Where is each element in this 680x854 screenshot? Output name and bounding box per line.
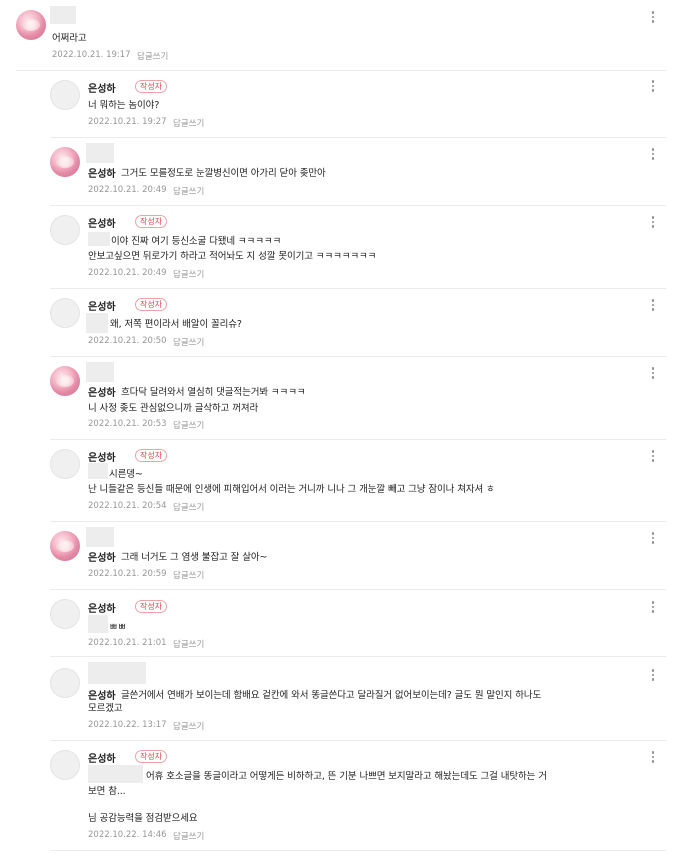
more-options-icon[interactable] — [651, 299, 655, 313]
author-nickname[interactable]: 은성하 — [88, 215, 116, 230]
divider — [50, 589, 666, 590]
divider — [50, 439, 666, 440]
reply-button[interactable]: 답글쓰기 — [173, 419, 204, 431]
divider — [50, 356, 666, 357]
reply-button[interactable]: 답글쓰기 — [173, 117, 204, 129]
author-nickname[interactable]: 은성하 — [88, 750, 116, 765]
comment-text-line2: 보면 참... — [88, 786, 126, 797]
more-options-icon[interactable] — [651, 216, 655, 230]
more-options-icon[interactable] — [651, 450, 655, 464]
avatar[interactable] — [50, 215, 80, 245]
author-nickname[interactable]: 은성하 — [88, 80, 116, 95]
comment-text: 왜, 저쪽 편이라서 배알이 꼴리슈? — [110, 319, 242, 330]
avatar[interactable] — [16, 10, 46, 40]
author-badge: 작성자 — [135, 449, 168, 462]
blurred-mention — [88, 463, 108, 479]
more-options-icon[interactable] — [651, 669, 655, 683]
comment-text: 글쓴거에서 연배가 보이는데 함배요 겉칸에 와서 똥글쓴다고 달라질거 없어보… — [121, 690, 542, 701]
comment-date: 2022.10.21. 19:27 — [88, 117, 167, 127]
blurred-mention — [88, 765, 143, 783]
author-nickname[interactable]: 은성하 — [88, 549, 116, 564]
comment-text-line2: 니 사정 좆도 관심없으니까 글삭하고 꺼져라 — [88, 403, 259, 414]
divider — [50, 288, 666, 289]
comment-text: 그거도 모를정도로 눈깔병신이면 아가리 닫아 좆만아 — [121, 168, 326, 179]
blurred-mention — [86, 313, 108, 333]
comment-text-line2: 모르겠고 — [88, 703, 123, 714]
divider — [50, 205, 666, 206]
comment-text: 그래 너거도 그 염생 불잡고 잘 살아~ — [121, 552, 268, 563]
reply-button[interactable]: 답글쓰기 — [173, 501, 204, 513]
comment-text: 시른뎅~ — [109, 469, 143, 480]
author-badge: 작성자 — [135, 298, 168, 311]
author-badge: 작성자 — [135, 750, 168, 763]
avatar[interactable] — [50, 449, 80, 479]
reply-button[interactable]: 답글쓰기 — [173, 720, 204, 732]
comment-text: 어쩌라고 — [52, 33, 87, 44]
reply-button[interactable]: 답글쓰기 — [137, 50, 168, 62]
avatar[interactable] — [50, 668, 80, 698]
reply-button[interactable]: 답글쓰기 — [173, 638, 204, 650]
author-badge: 작성자 — [135, 600, 168, 613]
comment-text: 너 뭐하는 놈이야? — [88, 100, 160, 111]
avatar[interactable] — [50, 531, 80, 561]
divider — [50, 137, 666, 138]
more-options-icon[interactable] — [651, 80, 655, 94]
more-options-icon[interactable] — [651, 601, 655, 615]
divider — [50, 521, 666, 522]
divider — [16, 70, 666, 71]
comment-date: 2022.10.21. 21:01 — [88, 638, 167, 648]
avatar[interactable] — [50, 80, 80, 110]
comment-date: 2022.10.21. 20:49 — [88, 268, 167, 278]
author-nickname[interactable]: 은성하 — [88, 165, 116, 180]
more-options-icon[interactable] — [651, 751, 655, 765]
reply-button[interactable]: 답글쓰기 — [173, 185, 204, 197]
more-options-icon[interactable] — [651, 532, 655, 546]
comment-date: 2022.10.22. 13:17 — [88, 720, 167, 730]
blurred-mention — [88, 662, 146, 684]
author-nickname[interactable]: 은성하 — [88, 298, 116, 313]
reply-button[interactable]: 답글쓰기 — [173, 336, 204, 348]
author-badge: 작성자 — [135, 80, 168, 93]
comment-text: 흐다닥 달려와서 열심히 댓글적는거봐 ㅋㅋㅋㅋ — [121, 387, 306, 398]
avatar[interactable] — [50, 298, 80, 328]
more-options-icon[interactable] — [651, 11, 655, 25]
comment-date: 2022.10.21. 20:59 — [88, 569, 167, 579]
blurred-mention — [88, 232, 110, 246]
comment-text: 어휴 호소글을 똥글이라고 어떻게든 비하하고, 뜬 기분 나쁘면 보지말라고 … — [146, 771, 547, 782]
blurred-mention — [88, 615, 108, 633]
avatar[interactable] — [50, 599, 80, 629]
comment-text: 이야 진짜 여기 등신소굴 다됐네 ㅋㅋㅋㅋㅋ — [111, 236, 282, 247]
reply-button[interactable]: 답글쓰기 — [173, 268, 204, 280]
avatar[interactable] — [50, 750, 80, 780]
comment-date: 2022.10.21. 20:54 — [88, 501, 167, 511]
more-options-icon[interactable] — [651, 148, 655, 162]
comment-text: ㅃㅃ — [109, 622, 127, 633]
avatar[interactable] — [50, 147, 80, 177]
comment-text-line3: 님 공감능력을 점검받으세요 — [88, 813, 198, 824]
blurred-nickname — [50, 6, 76, 24]
blurred-nickname — [86, 143, 114, 163]
more-options-icon[interactable] — [651, 367, 655, 381]
divider — [50, 740, 666, 741]
divider — [50, 850, 666, 851]
reply-button[interactable]: 답글쓰기 — [173, 830, 204, 842]
blurred-nickname — [86, 527, 114, 547]
comment-date: 2022.10.21. 19:17 — [52, 50, 131, 60]
divider — [50, 656, 666, 657]
comment-date: 2022.10.21. 20:53 — [88, 419, 167, 429]
author-nickname[interactable]: 은성하 — [88, 449, 116, 464]
comment-date: 2022.10.21. 20:50 — [88, 336, 167, 346]
author-nickname[interactable]: 은성하 — [88, 600, 116, 615]
avatar[interactable] — [50, 366, 80, 396]
author-badge: 작성자 — [135, 215, 168, 228]
comment-date: 2022.10.21. 20:49 — [88, 185, 167, 195]
comment-text-line2: 안보고싶으면 뒤로가기 하라고 적어놔도 지 성깔 못이기고 ㅋㅋㅋㅋㅋㅋㅋ — [88, 251, 377, 262]
comment-date: 2022.10.22. 14:46 — [88, 830, 167, 840]
reply-button[interactable]: 답글쓰기 — [173, 569, 204, 581]
author-nickname[interactable]: 은성하 — [88, 384, 116, 399]
blurred-nickname — [86, 362, 114, 382]
comment-text-line2: 난 니들같은 등신들 때문에 인생에 피해입어서 이러는 거니까 니나 그 개눈… — [88, 484, 495, 495]
